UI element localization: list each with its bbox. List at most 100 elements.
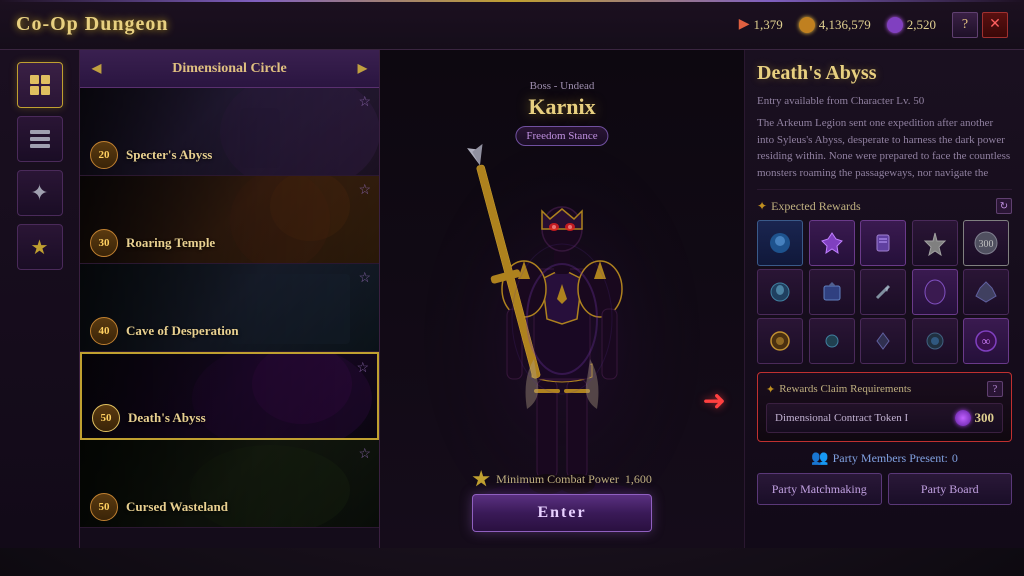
detail-title: Death's Abyss [757,62,1012,85]
reward-item [809,318,855,364]
token-icon [955,410,971,426]
arrow-icon: ▶ [739,16,750,33]
dungeon-item-specters-abyss[interactable]: 20 Specter's Abyss ☆ [80,88,379,176]
dungeon-level-1: 20 [90,141,118,169]
svg-text:∞: ∞ [982,334,991,348]
dungeon-star-2[interactable]: ☆ [358,182,371,199]
right-detail-panel: Death's Abyss Entry available from Chara… [744,50,1024,548]
requirements-section: ✦ Rewards Claim Requirements ? Dimension… [757,372,1012,442]
resources-bar: ▶ 1,379 4,136,579 2,520 [739,16,936,33]
party-buttons: Party Matchmaking Party Board [757,473,1012,505]
top-bar-decoration [0,0,1024,2]
dungeon-list: 20 Specter's Abyss ☆ 30 [80,88,379,548]
dungeon-star-3[interactable]: ☆ [358,270,371,287]
dungeon-star-4[interactable]: ☆ [356,360,369,377]
dungeon-name-1: Specter's Abyss [126,147,212,163]
window-buttons: ? ✕ [952,12,1008,38]
dungeon-item-roaring-temple[interactable]: 30 Roaring Temple ☆ [80,176,379,264]
content-area: ✦ ★ Dimensional Circle [0,50,1024,548]
party-icon: 👥 [811,450,828,467]
party-matchmaking-button[interactable]: Party Matchmaking [757,473,882,505]
entry-level: Entry available from Character Lv. 50 [757,95,1012,107]
dungeon-item-deaths-abyss[interactable]: 50 Death's Abyss ☆ [80,352,379,440]
dungeon-info-4: 50 Death's Abyss [82,398,377,438]
resource-gems: 2,520 [887,17,936,33]
req-amount-value: 300 [975,410,995,426]
reward-item [912,269,958,315]
help-button[interactable]: ? [952,12,978,38]
boss-info-overlay: Boss - Undead Karnix Freedom Stance [515,80,608,146]
dungeon-level-2: 30 [90,229,118,257]
dungeon-description: The Arkeum Legion sent one expedition af… [757,115,1012,190]
dungeon-item-cursed-wasteland[interactable]: 50 Cursed Wasteland ☆ [80,440,379,528]
nav-plus-icon[interactable]: ✦ [17,170,63,216]
combat-power-label: Minimum Combat Power [496,472,619,487]
resource-gold: 4,136,579 [799,17,871,33]
dungeon-name-5: Cursed Wasteland [126,499,228,515]
nav-layout-icon[interactable] [17,116,63,162]
dungeon-star-1[interactable]: ☆ [358,94,371,111]
reward-item [809,220,855,266]
dungeon-level-5: 50 [90,493,118,521]
panel-header-label: Dimensional Circle [172,61,286,77]
reward-item [757,220,803,266]
svg-text:300: 300 [979,239,994,250]
enter-button[interactable]: Enter [472,494,652,532]
rewards-icon: ✦ [757,199,767,214]
combat-power-icon [472,470,490,488]
party-members-label: 👥 Party Members Present: 0 [757,450,1012,467]
reward-item [809,269,855,315]
reward-item [912,220,958,266]
gold-icon [799,17,815,33]
reward-item [860,269,906,315]
req-item-name: Dimensional Contract Token I [775,412,908,424]
dungeon-info-1: 20 Specter's Abyss [80,135,379,175]
top-bar: Co-Op Dungeon ▶ 1,379 4,136,579 2,520 ? … [0,0,1024,50]
dungeon-info-3: 40 Cave of Desperation [80,311,379,351]
gem-icon [887,17,903,33]
reward-item: ∞ [963,318,1009,364]
combat-power-value: 1,600 [625,472,652,487]
dungeon-star-5[interactable]: ☆ [358,446,371,463]
dungeon-level-3: 40 [90,317,118,345]
grid-icon [30,75,50,95]
party-section: 👥 Party Members Present: 0 Party Matchma… [757,450,1012,505]
req-icon: ✦ [766,383,775,396]
arrow-indicator: ➜ [703,384,726,418]
nav-grid-icon[interactable] [17,62,63,108]
boss-name: Karnix [515,94,608,120]
layout-icon [30,130,50,148]
resource-arrows: ▶ 1,379 [739,16,783,33]
dungeon-item-cave-desperation[interactable]: 40 Cave of Desperation ☆ [80,264,379,352]
party-members-count: 0 [952,451,958,466]
reward-item [963,269,1009,315]
dungeon-name-4: Death's Abyss [128,410,206,426]
refresh-icon[interactable]: ↻ [996,198,1012,214]
dungeon-name-3: Cave of Desperation [126,323,239,339]
dungeon-level-4: 50 [92,404,120,432]
dungeon-list-panel: Dimensional Circle 20 Specter's Abyss [80,50,380,548]
reward-item [860,220,906,266]
enter-button-area: Enter [472,494,652,532]
nav-star-icon[interactable]: ★ [17,224,63,270]
req-header: ✦ Rewards Claim Requirements ? [766,381,1003,397]
window-title: Co-Op Dungeon [16,13,168,36]
dungeon-info-2: 30 Roaring Temple [80,223,379,263]
left-nav: ✦ ★ [0,50,80,548]
req-title: ✦ Rewards Claim Requirements [766,383,911,396]
reward-item [860,318,906,364]
reward-item [912,318,958,364]
dungeon-name-2: Roaring Temple [126,235,215,251]
boss-stance-badge: Freedom Stance [515,126,608,146]
combat-power: Minimum Combat Power 1,600 [472,470,652,488]
close-button[interactable]: ✕ [982,12,1008,38]
resource-arrows-value: 1,379 [754,17,783,33]
reward-item: 300 [963,220,1009,266]
rewards-title: ✦ Expected Rewards [757,199,861,214]
resource-gems-value: 2,520 [907,17,936,33]
rewards-grid: 300 [757,220,1012,364]
req-help-button[interactable]: ? [987,381,1003,397]
party-board-button[interactable]: Party Board [888,473,1013,505]
dungeon-info-5: 50 Cursed Wasteland [80,487,379,527]
center-preview: Boss - Undead Karnix Freedom Stance Mini… [380,50,744,548]
